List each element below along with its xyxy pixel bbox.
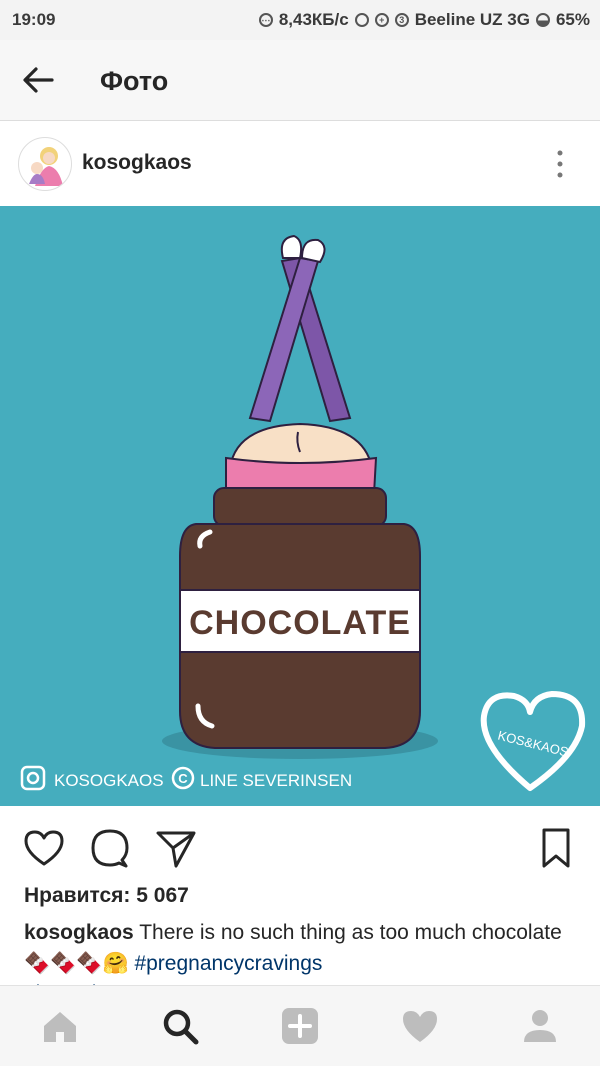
bookmark-icon[interactable] — [534, 826, 578, 870]
comment-icon[interactable] — [88, 826, 132, 870]
network-speed: 8,43КБ/с — [278, 10, 349, 29]
add-icon[interactable] — [280, 1006, 320, 1046]
status-bar: 19:09 ⋯ 8,43КБ/с + 3 Beeline UZ 3G 65% — [0, 0, 600, 40]
sync-icon: + — [374, 13, 389, 27]
jar-label: CHOCOLATE — [189, 604, 411, 642]
post-header: kosogkaos — [0, 121, 600, 206]
chocolate-jar-illustration: CHOCOLATE KOS&KAOS KOSOGKAOS C LINE SEVE… — [20, 234, 586, 791]
battery-icon — [535, 13, 550, 27]
app-bar: Фото — [0, 40, 600, 121]
search-icon[interactable] — [160, 1006, 200, 1046]
likes-count[interactable]: Нравится: 5 067 — [24, 884, 189, 908]
heart-icon[interactable] — [400, 1006, 440, 1046]
home-icon[interactable] — [40, 1006, 80, 1046]
post-actions — [0, 806, 600, 882]
arrow-left-icon[interactable] — [20, 62, 56, 98]
caption-text: There is no such thing as too much choco… — [139, 921, 562, 944]
caption-hashtag[interactable]: #pregnancycravings — [134, 952, 322, 975]
post-caption: kosogkaos There is no such thing as too … — [24, 917, 584, 979]
page-title: Фото — [100, 66, 169, 96]
post-photo[interactable]: CHOCOLATE KOS&KAOS KOSOGKAOS C LINE SEVE… — [0, 206, 600, 806]
status-time: 19:09 — [12, 10, 56, 29]
status-indicators: ⋯ 8,43КБ/с + 3 Beeline UZ 3G 65% — [258, 10, 590, 30]
sim-icon: 3 — [394, 13, 409, 27]
more-options-icon[interactable] — [548, 147, 572, 181]
instagram-icon — [20, 765, 46, 791]
profile-icon[interactable] — [520, 1006, 560, 1046]
carrier-name: Beeline UZ 3G — [414, 10, 530, 29]
share-send-icon[interactable] — [154, 826, 198, 870]
avatar[interactable] — [18, 137, 72, 191]
caption-emojis: 🍫🍫🍫🤗 — [24, 952, 129, 975]
bottom-nav — [0, 985, 600, 1066]
svg-text:C: C — [178, 771, 188, 786]
kos-kaos-logo-text: KOS&KAOS — [496, 728, 570, 760]
like-heart-icon[interactable] — [22, 826, 66, 870]
post-username[interactable]: kosogkaos — [82, 151, 192, 175]
battery-level: 65% — [555, 10, 590, 29]
credit-copyright: LINE SEVERINSEN — [200, 771, 352, 790]
data-saver-icon: ⋯ — [258, 13, 273, 27]
caption-username[interactable]: kosogkaos — [24, 921, 134, 944]
credit-instagram: KOSOGKAOS — [54, 771, 164, 790]
alarm-icon — [354, 13, 369, 27]
